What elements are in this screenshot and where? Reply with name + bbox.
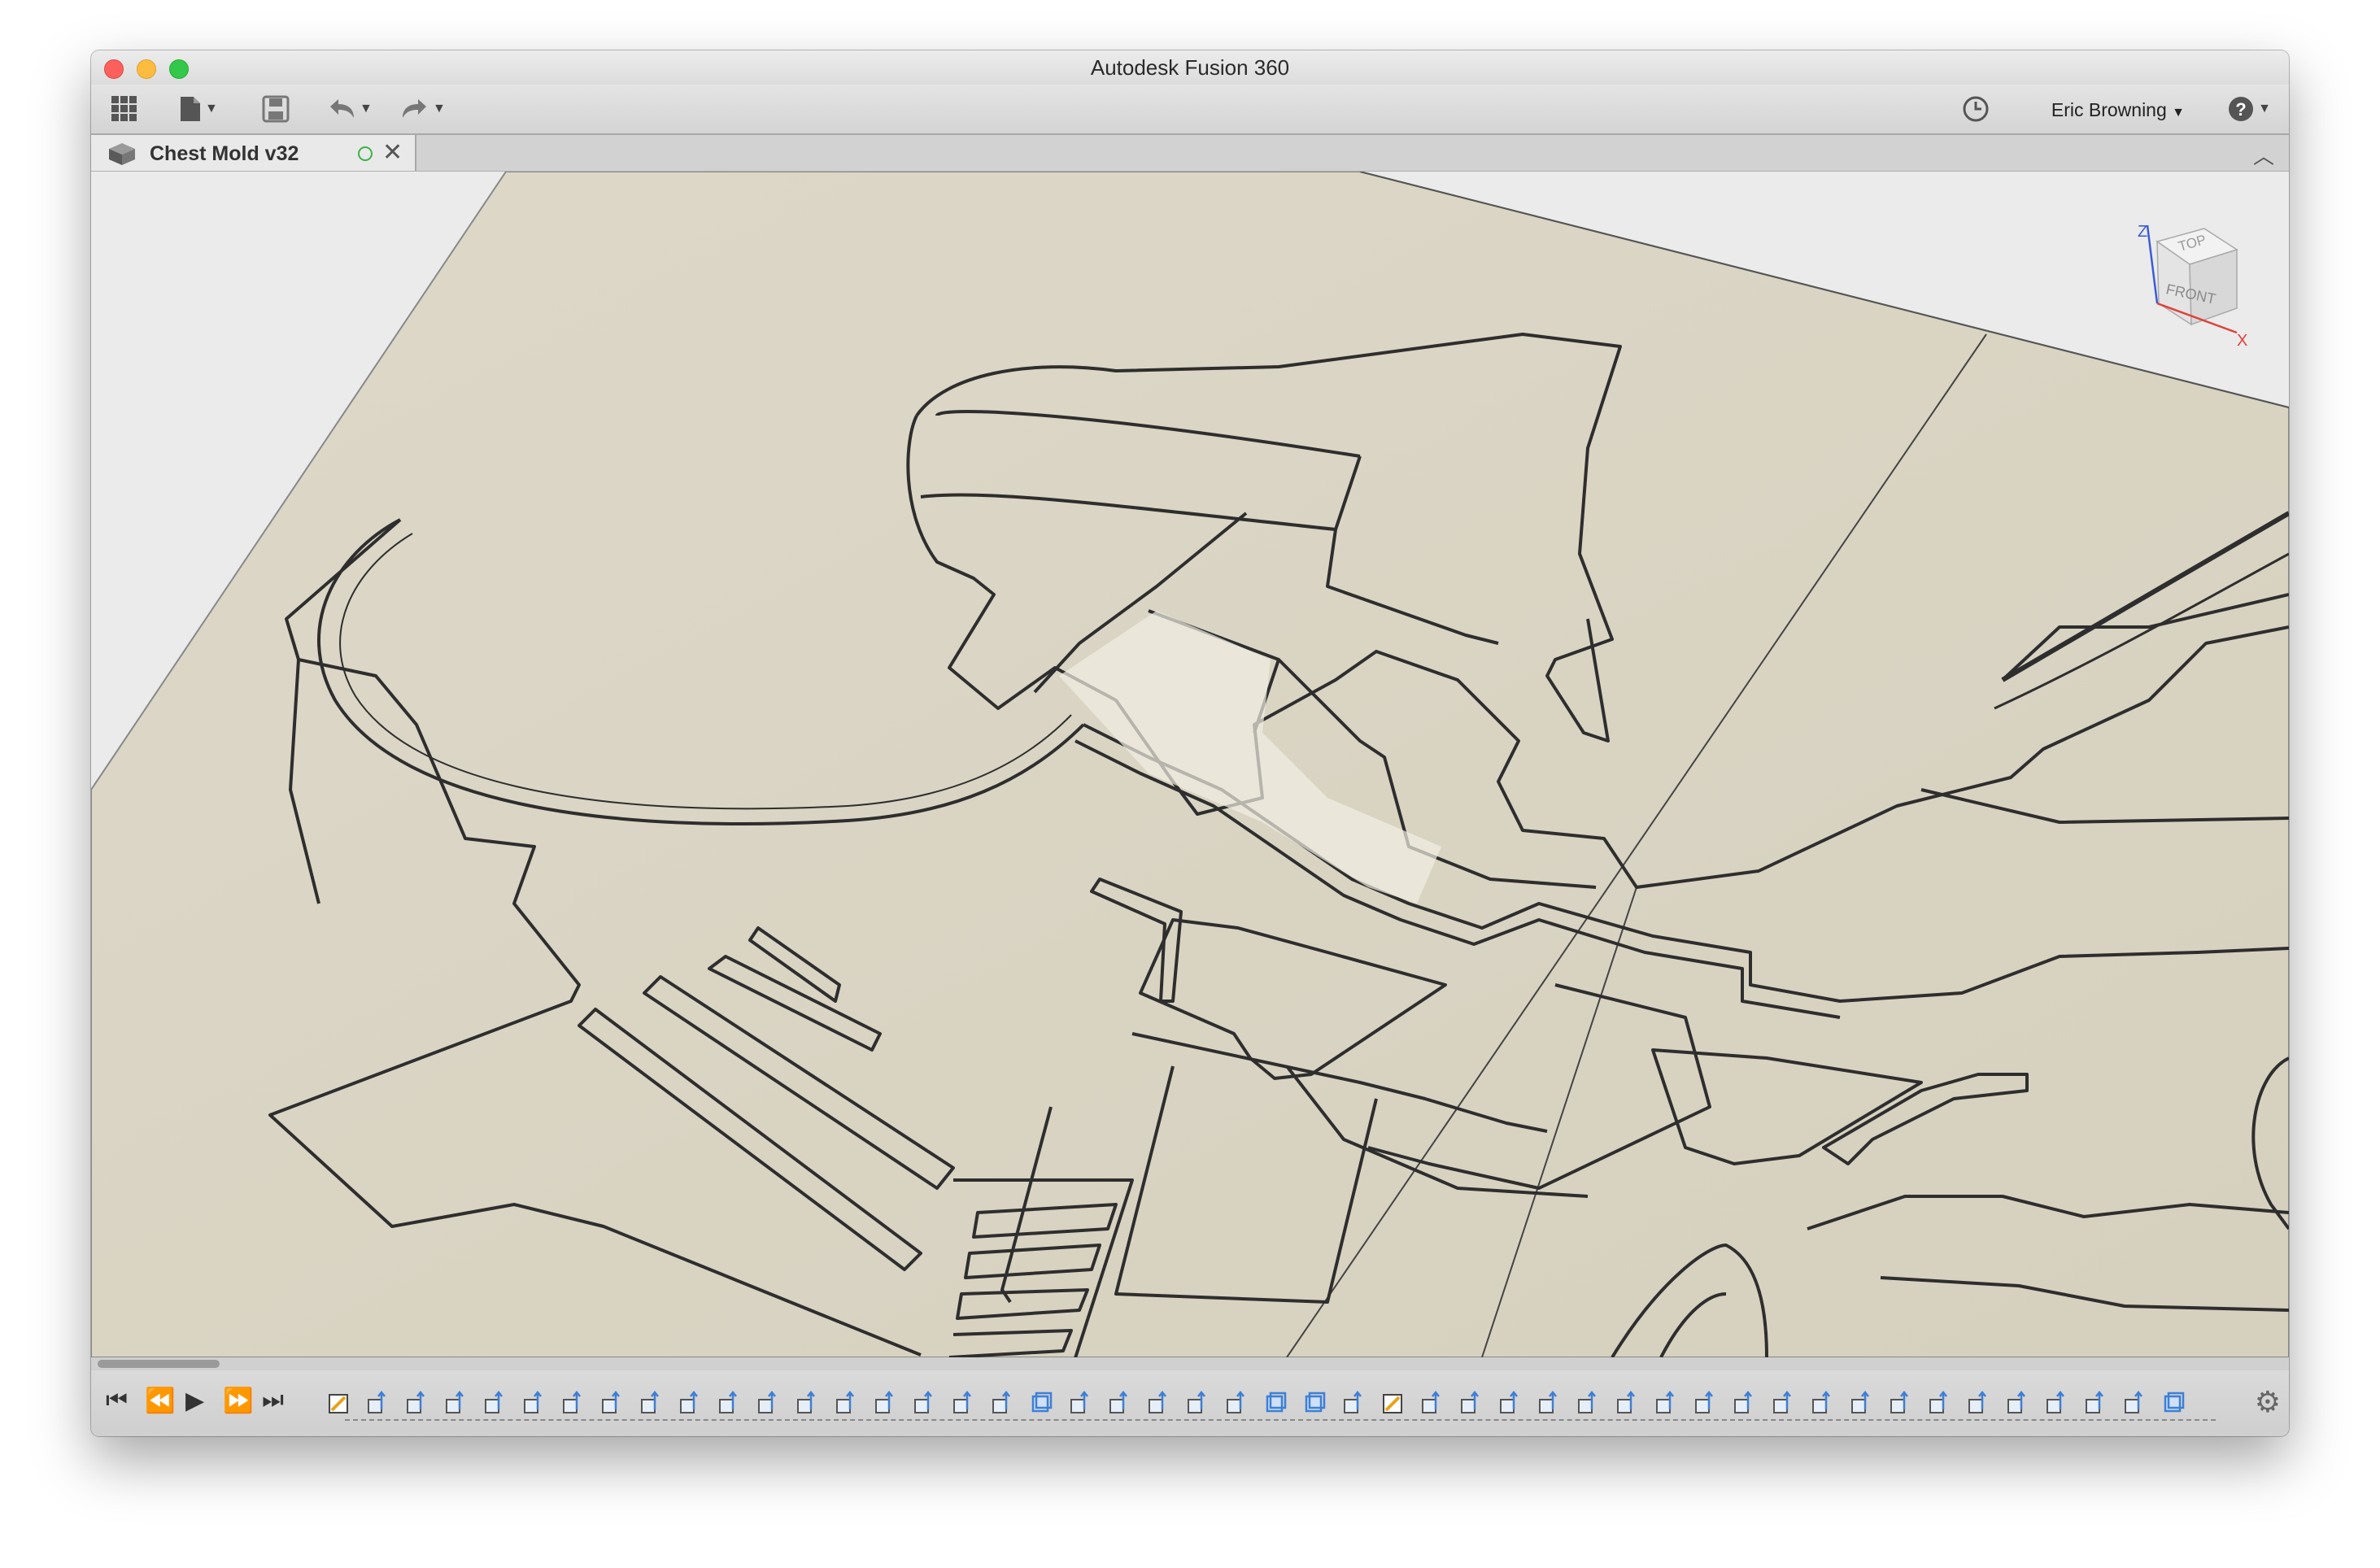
viewcube-axis-z: Z (2138, 223, 2147, 241)
timeline-extrude-icon[interactable] (1967, 1388, 1990, 1416)
redo-icon (403, 99, 426, 118)
go-to-start-icon[interactable]: ⏮ (106, 1387, 128, 1414)
timeline-extrude-icon[interactable] (1654, 1388, 1677, 1416)
minimize-window-button[interactable] (137, 59, 156, 79)
timeline-extrude-icon[interactable] (952, 1388, 974, 1416)
timeline-extrude-icon[interactable] (1928, 1388, 1951, 1416)
file-menu-button[interactable]: ▼ (179, 93, 218, 125)
chevron-down-icon: ▼ (205, 102, 218, 115)
timeline-extrude-icon[interactable] (1069, 1388, 1092, 1416)
job-status-clock-icon (1963, 96, 1989, 122)
document-name: Chest Mold v32 (150, 142, 299, 165)
timeline-extrude-icon[interactable] (991, 1388, 1013, 1416)
step-back-icon[interactable]: ⏪ (145, 1387, 175, 1415)
help-icon: ? (2229, 97, 2254, 121)
timeline-extrude-icon[interactable] (1733, 1388, 1755, 1416)
timeline-extrude-icon[interactable] (874, 1388, 896, 1416)
timeline-extrude-icon[interactable] (1889, 1388, 1911, 1416)
timeline-extrude-icon[interactable] (2006, 1388, 2029, 1416)
timeline-extrude-icon[interactable] (444, 1388, 467, 1416)
timeline-extrude-icon[interactable] (1342, 1388, 1365, 1416)
chevron-down-icon: ▼ (433, 102, 446, 115)
timeline-extrude-icon[interactable] (1108, 1388, 1131, 1416)
design-cube-icon (109, 143, 135, 165)
app-window: Autodesk Fusion 360 ▼ ▼ ▼ Eric Browning … (91, 50, 2289, 1436)
timeline-extrude-icon[interactable] (1459, 1388, 1482, 1416)
timeline-extrude-icon[interactable] (1811, 1388, 1833, 1416)
toolbar: ▼ ▼ ▼ Eric Browning ▼ ? ▼ (91, 85, 2289, 135)
timeline-body-icon[interactable] (1030, 1388, 1053, 1416)
timeline-extrude-icon[interactable] (835, 1388, 857, 1416)
timeline-scrollbar[interactable] (91, 1357, 2289, 1370)
canvas-viewport[interactable]: Z X TOP FRONT (91, 172, 2289, 1357)
timeline-extrude-icon[interactable] (1498, 1388, 1521, 1416)
timeline-extrude-icon[interactable] (1537, 1388, 1560, 1416)
timeline-extrude-icon[interactable] (1225, 1388, 1248, 1416)
viewcube-axis-x: X (2237, 332, 2247, 350)
timeline-extrude-icon[interactable] (2123, 1388, 2146, 1416)
user-account-menu[interactable]: Eric Browning ▼ (2051, 99, 2185, 121)
timeline-settings-icon[interactable]: ⚙ (2255, 1385, 2281, 1419)
timeline-extrude-icon[interactable] (405, 1388, 428, 1416)
collapse-toolbar-icon[interactable]: ︿ (2253, 140, 2274, 170)
play-icon[interactable]: ▶ (185, 1387, 204, 1415)
timeline-extrude-icon[interactable] (717, 1388, 740, 1416)
user-name: Eric Browning (2051, 99, 2167, 120)
timeline-extrude-icon[interactable] (2045, 1388, 2068, 1416)
timeline-extrude-icon[interactable] (1693, 1388, 1716, 1416)
close-window-button[interactable] (104, 59, 124, 79)
chevron-down-icon: ▼ (360, 102, 373, 115)
go-to-end-icon[interactable]: ⏭ (262, 1387, 284, 1414)
timeline-extrude-icon[interactable] (639, 1388, 662, 1416)
save-status-icon (358, 146, 373, 161)
timeline-body-icon[interactable] (1264, 1388, 1287, 1416)
view-cube[interactable]: Z X TOP FRONT (2115, 219, 2253, 357)
timeline-extrude-icon[interactable] (561, 1388, 584, 1416)
job-status-button[interactable] (1962, 93, 1990, 125)
timeline-body-icon[interactable] (2162, 1388, 2185, 1416)
timeline-extrude-icon[interactable] (600, 1388, 623, 1416)
document-tab-bar: Chest Mold v32 ✕ ︿ (91, 135, 2289, 172)
redo-button[interactable]: ▼ (400, 93, 446, 125)
timeline-extrude-icon[interactable] (1420, 1388, 1443, 1416)
scrollbar-thumb[interactable] (98, 1360, 220, 1368)
chevron-down-icon: ▼ (2258, 102, 2271, 115)
timeline-panel: ⏮ ⏪ ▶ ⏩ ⏭ ⚙ (91, 1370, 2289, 1436)
timeline-extrude-icon[interactable] (1576, 1388, 1599, 1416)
save-icon (262, 95, 290, 123)
timeline-extrude-icon[interactable] (796, 1388, 818, 1416)
timeline-marker-line (345, 1419, 2216, 1421)
step-forward-icon[interactable]: ⏩ (223, 1387, 253, 1415)
window-title: Autodesk Fusion 360 (1090, 55, 1290, 80)
chest-mold-model[interactable] (91, 172, 2289, 1357)
apps-grid-icon[interactable] (111, 93, 138, 125)
timeline-sketch-icon[interactable] (327, 1388, 350, 1416)
file-icon (181, 97, 200, 121)
timeline-extrude-icon[interactable] (366, 1388, 389, 1416)
timeline-extrude-icon[interactable] (483, 1388, 506, 1416)
undo-button[interactable]: ▼ (327, 93, 373, 125)
timeline-extrude-icon[interactable] (1186, 1388, 1209, 1416)
timeline-extrude-icon[interactable] (1147, 1388, 1170, 1416)
timeline-extrude-icon[interactable] (1772, 1388, 1794, 1416)
close-tab-icon[interactable]: ✕ (382, 138, 403, 167)
chevron-down-icon: ▼ (2172, 106, 2185, 120)
timeline-extrude-icon[interactable] (522, 1388, 545, 1416)
timeline-extrude-icon[interactable] (678, 1388, 701, 1416)
undo-icon (330, 99, 354, 118)
timeline-body-icon[interactable] (1303, 1388, 1326, 1416)
title-bar: Autodesk Fusion 360 (91, 50, 2289, 85)
timeline-extrude-icon[interactable] (1850, 1388, 1872, 1416)
document-tab[interactable]: Chest Mold v32 ✕ (91, 135, 416, 171)
help-menu-button[interactable]: ? ▼ (2227, 93, 2271, 125)
timeline-sketch-icon[interactable] (1381, 1388, 1404, 1416)
timeline-extrude-icon[interactable] (756, 1388, 779, 1416)
svg-text:?: ? (2235, 99, 2246, 120)
timeline-extrude-icon[interactable] (2084, 1388, 2107, 1416)
save-button[interactable] (262, 93, 290, 125)
timeline-extrude-icon[interactable] (913, 1388, 935, 1416)
timeline-extrude-icon[interactable] (1615, 1388, 1638, 1416)
maximize-window-button[interactable] (169, 59, 189, 79)
